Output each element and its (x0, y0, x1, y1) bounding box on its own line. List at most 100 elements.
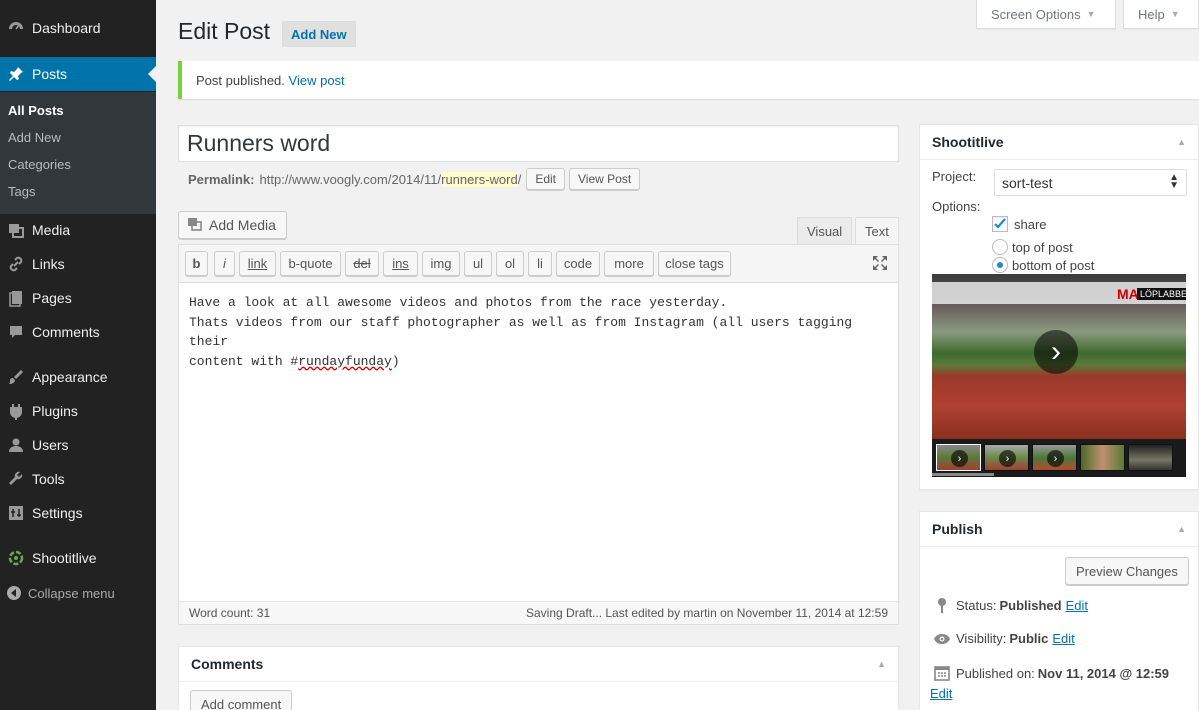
menu-label: Tools (32, 471, 65, 487)
add-media-button[interactable]: Add Media (178, 211, 287, 239)
qt-li-button[interactable]: li (528, 251, 552, 276)
qt-code-button[interactable]: code (556, 251, 600, 276)
menu-label: Pages (32, 290, 72, 306)
menu-label: Settings (32, 505, 83, 521)
menu-label: Media (32, 222, 71, 238)
comments-header[interactable]: Comments ▲ (179, 647, 898, 682)
video-thumbnail[interactable]: › (1032, 444, 1077, 471)
menu-shootitlive[interactable]: Shootitlive (0, 541, 156, 575)
view-post-button[interactable]: View Post (569, 168, 641, 190)
qt-italic-button[interactable]: i (214, 251, 235, 276)
comments-title: Comments (191, 656, 264, 672)
qt-ins-button[interactable]: ins (383, 251, 418, 276)
top-of-post-radio[interactable] (992, 239, 1008, 255)
edit-permalink-button[interactable]: Edit (526, 168, 566, 190)
permalink-label: Permalink: (188, 171, 255, 187)
tab-text[interactable]: Text (855, 217, 899, 244)
caret-down-icon: ▼ (1086, 9, 1096, 19)
menu-label: Shootitlive (32, 550, 97, 566)
menu-label: Appearance (32, 369, 108, 385)
tab-visual[interactable]: Visual (797, 217, 853, 244)
photo-thumbnail[interactable] (1080, 444, 1125, 471)
share-label: share (1014, 217, 1047, 232)
qt-more-button[interactable]: more (604, 251, 654, 276)
project-select[interactable]: sort-test ▲ ▼ (994, 169, 1187, 196)
video-thumbnail[interactable]: › (936, 444, 981, 471)
editor-textarea[interactable]: Have a look at all awesome videos and ph… (189, 293, 889, 371)
toggle-arrow-icon[interactable]: ▲ (1177, 524, 1186, 534)
play-icon[interactable]: › (1034, 330, 1078, 374)
banner-text-2: LÖPLABBET (1137, 288, 1186, 300)
edit-visibility-link[interactable]: Edit (1052, 631, 1074, 646)
thumbnail-scrollbar[interactable] (932, 473, 994, 476)
toggle-arrow-icon[interactable]: ▲ (1177, 137, 1186, 147)
settings-icon (0, 504, 32, 522)
permalink-slug[interactable]: runners-word (441, 171, 518, 187)
menu-label: Dashboard (32, 20, 101, 36)
menu-posts[interactable]: Posts (0, 57, 156, 91)
view-post-link[interactable]: View post (289, 73, 345, 88)
qt-ol-button[interactable]: ol (496, 251, 524, 276)
status-value: Published (999, 597, 1062, 613)
brush-icon (0, 368, 32, 386)
share-checkbox[interactable] (992, 216, 1008, 232)
menu-dashboard[interactable]: Dashboard (0, 11, 156, 45)
collapse-label: Collapse menu (28, 585, 115, 601)
qt-bold-button[interactable]: b (185, 251, 208, 276)
save-status: Saving Draft... Last edited by martin on… (526, 606, 888, 620)
dashboard-icon (0, 19, 32, 37)
help-button[interactable]: Help ▼ (1123, 0, 1199, 29)
editor-line: Thats videos from our staff photographer… (189, 314, 860, 350)
toggle-arrow-icon[interactable]: ▲ (877, 659, 886, 669)
submenu-all-posts[interactable]: All Posts (8, 103, 64, 118)
submenu-add-new[interactable]: Add New (8, 130, 61, 145)
submenu-categories[interactable]: Categories (8, 157, 71, 172)
notice-text: Post published. (196, 72, 285, 88)
menu-users[interactable]: Users (0, 428, 156, 462)
menu-settings[interactable]: Settings (0, 496, 156, 530)
video-player[interactable]: MAL LÖPLABBET › › › › (932, 274, 1186, 477)
add-comment-button[interactable]: Add comment (190, 690, 293, 710)
editor-line: content with #rundayfunday) (189, 352, 889, 372)
publish-header[interactable]: Publish ▲ (920, 512, 1198, 547)
post-title-input[interactable]: Runners word (178, 125, 899, 162)
menu-tools[interactable]: Tools (0, 462, 156, 496)
menu-plugins[interactable]: Plugins (0, 394, 156, 428)
qt-del-button[interactable]: del (345, 251, 379, 276)
play-icon: › (951, 450, 968, 467)
add-media-label: Add Media (209, 217, 276, 233)
photo-thumbnail[interactable] (1128, 444, 1173, 471)
qt-close-tags-button[interactable]: close tags (658, 251, 731, 276)
options-label: Options: (932, 199, 981, 214)
qt-bquote-button[interactable]: b-quote (280, 251, 341, 276)
menu-comments[interactable]: Comments (0, 315, 156, 349)
edit-status-link[interactable]: Edit (1066, 598, 1088, 613)
admin-sidebar: Dashboard Posts All Posts Add New Catego… (0, 0, 156, 710)
shootitlive-header[interactable]: Shootitlive ▲ (920, 125, 1198, 160)
fullscreen-icon[interactable] (872, 255, 888, 274)
video-thumbnail[interactable]: › (984, 444, 1029, 471)
shootitlive-title: Shootitlive (932, 134, 1004, 150)
submenu-tags[interactable]: Tags (8, 184, 35, 199)
preview-changes-button[interactable]: Preview Changes (1065, 557, 1189, 585)
qt-ul-button[interactable]: ul (464, 251, 492, 276)
menu-appearance[interactable]: Appearance (0, 360, 156, 394)
status-row: Status: Published Edit (930, 597, 1088, 613)
collapse-menu[interactable]: Collapse menu (0, 582, 156, 604)
bottom-of-post-label: bottom of post (1012, 258, 1095, 273)
menu-pages[interactable]: Pages (0, 281, 156, 315)
menu-links[interactable]: Links (0, 247, 156, 281)
qt-link-button[interactable]: link (239, 251, 276, 276)
edit-date-link[interactable]: Edit (930, 686, 952, 701)
bottom-of-post-radio[interactable] (992, 257, 1008, 273)
screen-options-button[interactable]: Screen Options ▼ (976, 0, 1116, 29)
editor-text-segment: content with # (189, 353, 299, 369)
misspelled-word: rundayfunday (298, 353, 392, 369)
qt-img-button[interactable]: img (422, 251, 460, 276)
page-title: Edit Post (178, 18, 271, 44)
menu-label: Links (32, 256, 65, 272)
add-new-button[interactable]: Add New (282, 21, 356, 47)
menu-media[interactable]: Media (0, 213, 156, 247)
eye-icon (930, 633, 954, 645)
play-icon: › (999, 450, 1016, 467)
